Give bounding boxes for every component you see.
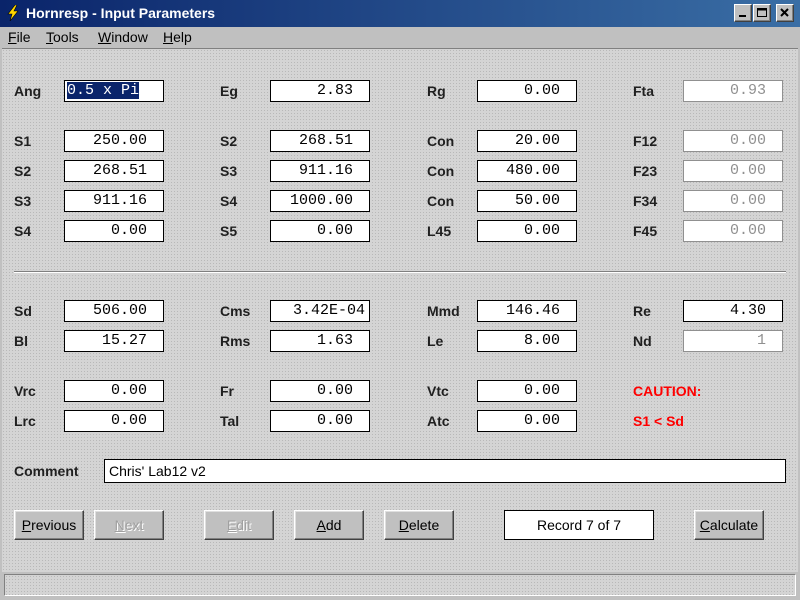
le-label: Le	[427, 333, 444, 349]
hornresp-window: Hornresp - Input Parameters File Tools W…	[0, 0, 800, 600]
window-title: Hornresp - Input Parameters	[26, 5, 216, 21]
bl-label: Bl	[14, 333, 28, 349]
lrc-field[interactable]: 0.00	[64, 410, 164, 432]
s3b-field[interactable]: 911.16	[270, 160, 370, 182]
comment-field[interactable]: Chris' Lab12 v2	[104, 459, 786, 483]
f34-field: 0.00	[683, 190, 783, 212]
sd-label: Sd	[14, 303, 32, 319]
calculate-button[interactable]: Calculate	[694, 510, 764, 540]
minimize-button[interactable]	[734, 4, 752, 22]
vtc-field[interactable]: 0.00	[477, 380, 577, 402]
maximize-icon	[757, 8, 767, 17]
fr-label: Fr	[220, 383, 234, 399]
con1-field[interactable]: 20.00	[477, 130, 577, 152]
menu-tools[interactable]: Tools	[46, 29, 79, 45]
s2-label: S2	[14, 163, 32, 179]
s4b-label: S4	[220, 193, 238, 209]
rg-field[interactable]: 0.00	[477, 80, 577, 102]
close-button[interactable]	[776, 4, 794, 22]
con1-label: Con	[427, 133, 455, 149]
bl-field[interactable]: 15.27	[64, 330, 164, 352]
fta-field: 0.93	[683, 80, 783, 102]
eg-field[interactable]: 2.83	[270, 80, 370, 102]
con3-field[interactable]: 50.00	[477, 190, 577, 212]
s3-label: S3	[14, 193, 32, 209]
s5-field[interactable]: 0.00	[270, 220, 370, 242]
sd-field[interactable]: 506.00	[64, 300, 164, 322]
mmd-label: Mmd	[427, 303, 460, 319]
s4b-field[interactable]: 1000.00	[270, 190, 370, 212]
s4-field[interactable]: 0.00	[64, 220, 164, 242]
previous-button[interactable]: Previous	[14, 510, 84, 540]
f23-label: F23	[633, 163, 658, 179]
delete-button[interactable]: Delete	[384, 510, 454, 540]
tal-field[interactable]: 0.00	[270, 410, 370, 432]
eg-label: Eg	[220, 83, 238, 99]
rms-field[interactable]: 1.63	[270, 330, 370, 352]
f45-label: F45	[633, 223, 658, 239]
s2-field[interactable]: 268.51	[64, 160, 164, 182]
s3-field[interactable]: 911.16	[64, 190, 164, 212]
close-icon	[780, 8, 789, 17]
title-bar[interactable]: Hornresp - Input Parameters	[0, 0, 800, 27]
menu-window[interactable]: Window	[98, 29, 148, 45]
fr-field[interactable]: 0.00	[270, 380, 370, 402]
f23-field: 0.00	[683, 160, 783, 182]
re-label: Re	[633, 303, 651, 319]
re-field[interactable]: 4.30	[683, 300, 783, 322]
lightning-bolt-icon	[7, 5, 19, 21]
f12-label: F12	[633, 133, 658, 149]
menu-bar: File Tools Window Help	[0, 27, 800, 49]
vrc-field[interactable]: 0.00	[64, 380, 164, 402]
s3b-label: S3	[220, 163, 238, 179]
atc-label: Atc	[427, 413, 450, 429]
con2-field[interactable]: 480.00	[477, 160, 577, 182]
f12-field: 0.00	[683, 130, 783, 152]
caution-title: CAUTION:	[633, 383, 702, 399]
f34-label: F34	[633, 193, 658, 209]
minimize-icon	[739, 15, 746, 17]
con3-label: Con	[427, 193, 455, 209]
f45-field: 0.00	[683, 220, 783, 242]
tal-label: Tal	[220, 413, 240, 429]
lrc-label: Lrc	[14, 413, 36, 429]
add-button[interactable]: Add	[294, 510, 364, 540]
fta-label: Fta	[633, 83, 654, 99]
vrc-label: Vrc	[14, 383, 36, 399]
s2b-field[interactable]: 268.51	[270, 130, 370, 152]
atc-field[interactable]: 0.00	[477, 410, 577, 432]
con2-label: Con	[427, 163, 455, 179]
comment-label: Comment	[14, 463, 79, 479]
s2b-label: S2	[220, 133, 238, 149]
cms-label: Cms	[220, 303, 251, 319]
mmd-field[interactable]: 146.46	[477, 300, 577, 322]
next-button[interactable]: Next	[94, 510, 164, 540]
s4-label: S4	[14, 223, 32, 239]
le-field[interactable]: 8.00	[477, 330, 577, 352]
record-indicator: Record 7 of 7	[504, 510, 654, 540]
ang-label: Ang	[14, 83, 42, 99]
l45-label: L45	[427, 223, 452, 239]
rg-label: Rg	[427, 83, 446, 99]
nd-field: 1	[683, 330, 783, 352]
caution-message: S1 < Sd	[633, 413, 684, 429]
l45-field[interactable]: 0.00	[477, 220, 577, 242]
ang-field[interactable]: 0.5 x Pi	[64, 80, 164, 102]
input-parameters-panel: Ang 0.5 x Pi S1 250.00 S2 268.51 S3 911.…	[2, 48, 798, 572]
status-bar	[4, 574, 796, 596]
rms-label: Rms	[220, 333, 251, 349]
menu-help[interactable]: Help	[163, 29, 192, 45]
maximize-button[interactable]	[753, 4, 771, 22]
s1-label: S1	[14, 133, 32, 149]
s5-label: S5	[220, 223, 238, 239]
vtc-label: Vtc	[427, 383, 449, 399]
menu-file[interactable]: File	[8, 29, 31, 45]
cms-field[interactable]: 3.42E-04	[270, 300, 370, 322]
section-divider	[14, 271, 786, 273]
edit-button[interactable]: Edit	[204, 510, 274, 540]
s1-field[interactable]: 250.00	[64, 130, 164, 152]
nd-label: Nd	[633, 333, 652, 349]
